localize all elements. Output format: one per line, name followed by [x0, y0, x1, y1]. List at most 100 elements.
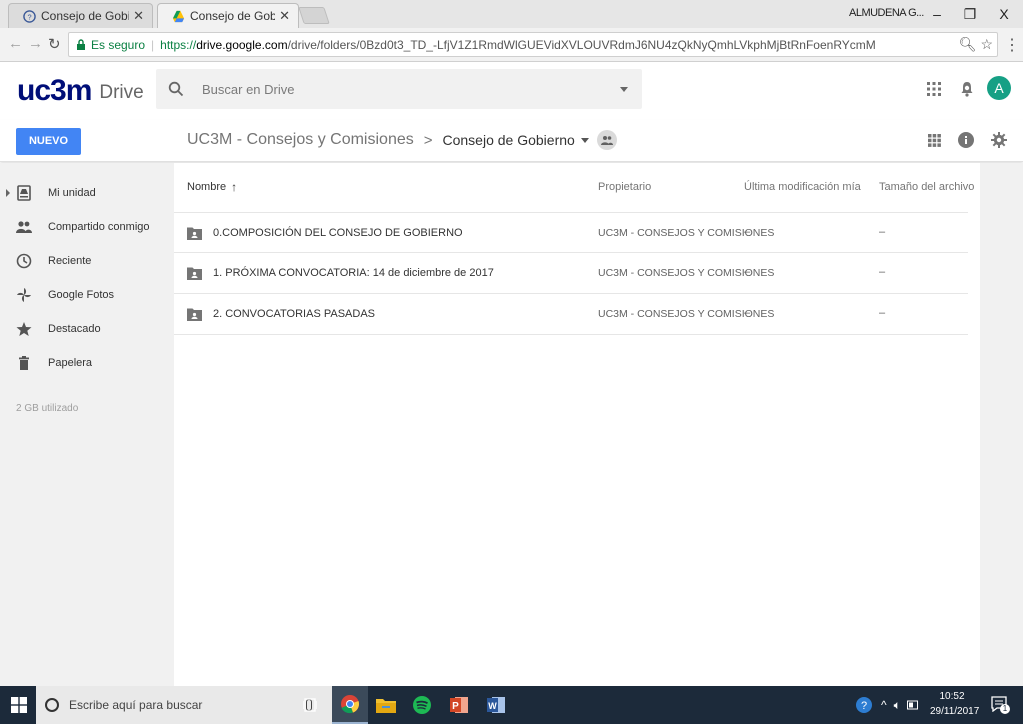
close-window-icon[interactable]: X: [989, 3, 1019, 25]
breadcrumb-parent-folder[interactable]: UC3M - Consejos y Comisiones: [187, 131, 414, 149]
system-tray: ? ^ 🔈︎: [855, 686, 919, 724]
file-modified: –: [744, 266, 751, 278]
browser-tab-active[interactable]: Consejo de Gobierno - C ✕: [157, 3, 299, 28]
file-modified: –: [744, 226, 751, 238]
column-header-owner[interactable]: Propietario: [598, 163, 651, 210]
address-separator: |: [151, 37, 155, 52]
breadcrumb-separator: >: [423, 131, 433, 149]
sidebar-item-compartido[interactable]: Compartido conmigo: [0, 210, 172, 244]
search-options-icon[interactable]: [620, 86, 628, 92]
browser-tab-strip: ? Consejo de Gobierno - Ir ✕ Consejo de …: [0, 0, 1023, 28]
help-icon[interactable]: ?: [855, 696, 873, 714]
search-input[interactable]: Buscar en Drive: [202, 82, 620, 97]
sidebar-item-mi-unidad[interactable]: Mi unidad: [0, 176, 172, 210]
lock-icon: [77, 39, 85, 50]
folder-menu-caret-icon[interactable]: [580, 137, 589, 143]
storage-usage[interactable]: 2 GB utilizado: [16, 403, 78, 414]
file-size: –: [879, 226, 886, 238]
column-header-name[interactable]: Nombre ↑: [187, 163, 237, 210]
minimize-icon[interactable]: –: [922, 3, 952, 25]
clock-time: 10:52: [939, 691, 965, 702]
sidebar-item-destacado[interactable]: Destacado: [0, 312, 172, 346]
sidebar-item-label: Destacado: [48, 323, 101, 335]
word-taskbar-app[interactable]: W: [478, 686, 514, 724]
show-hidden-icons-icon[interactable]: ^: [881, 698, 887, 712]
url-text[interactable]: https://drive.google.com/drive/folders/0…: [160, 38, 876, 52]
product-name: Drive: [99, 82, 144, 103]
sidebar-item-label: Reciente: [48, 255, 92, 267]
tab-close-icon[interactable]: ✕: [133, 8, 144, 24]
new-tab-button[interactable]: [298, 7, 330, 24]
search-bar[interactable]: Buscar en Drive: [156, 69, 642, 109]
pinwheel-icon: [17, 288, 31, 302]
powerpoint-taskbar-app[interactable]: P: [441, 686, 477, 724]
secure-label: Es seguro: [91, 37, 146, 52]
address-actions: 🔍︎ ☆: [959, 36, 993, 53]
action-center-icon[interactable]: 1: [991, 696, 1010, 714]
spotify-taskbar-app[interactable]: [404, 686, 440, 724]
star-icon: [16, 322, 32, 336]
reload-icon[interactable]: ↻: [48, 35, 61, 53]
svg-text:?: ?: [861, 700, 867, 712]
search-icon[interactable]: [168, 81, 184, 97]
taskbar-search-input[interactable]: Escribe aquí para buscar: [69, 698, 306, 712]
drive-favicon-icon: [172, 10, 185, 22]
shared-folder-icon[interactable]: [596, 130, 617, 150]
sidebar-item-google-fotos[interactable]: Google Fotos: [0, 278, 172, 312]
settings-gear-icon[interactable]: [991, 132, 1007, 148]
drive-subheader: NUEVO UC3M - Consejos y Comisiones > Con…: [0, 120, 1023, 162]
cortana-icon[interactable]: [45, 698, 59, 712]
column-header-modified[interactable]: Última modificación mía: [744, 163, 861, 210]
tab-close-icon[interactable]: ✕: [279, 8, 290, 24]
tab-favicon-icon: ?: [23, 9, 36, 23]
bookmark-star-icon[interactable]: ☆: [980, 36, 993, 52]
drive-main-area: Mi unidad Compartido conmigo Reciente Go…: [0, 163, 1023, 686]
new-button[interactable]: NUEVO: [16, 128, 81, 155]
taskbar-search[interactable]: Escribe aquí para buscar: [36, 686, 336, 724]
chrome-menu-icon[interactable]: ⋮: [1004, 35, 1020, 55]
sort-arrow-icon[interactable]: ↑: [231, 180, 237, 194]
logo-text: uc3m: [17, 74, 92, 107]
chrome-taskbar-app[interactable]: [332, 686, 368, 724]
shared-folder-icon: [187, 227, 202, 240]
svg-text:?: ?: [27, 12, 31, 21]
windows-start-icon[interactable]: [11, 697, 27, 713]
file-explorer-taskbar-app[interactable]: [368, 686, 404, 724]
volume-icon[interactable]: 🔈︎: [894, 698, 901, 713]
sidebar-item-label: Google Fotos: [48, 289, 115, 301]
sidebar-item-reciente[interactable]: Reciente: [0, 244, 172, 278]
notifications-bell-icon[interactable]: [960, 81, 974, 97]
breadcrumb-current-folder[interactable]: Consejo de Gobierno: [443, 132, 575, 148]
account-avatar[interactable]: A: [987, 76, 1011, 100]
shared-folder-icon: [187, 308, 202, 321]
taskbar-clock[interactable]: 10:52 29/11/2017: [930, 689, 979, 719]
browser-profile-name[interactable]: ALMUDENA G...: [849, 7, 924, 19]
browser-tab-inactive[interactable]: ? Consejo de Gobierno - Ir ✕: [8, 3, 153, 28]
info-icon[interactable]: [958, 132, 974, 148]
sidebar-item-label: Compartido conmigo: [48, 221, 150, 233]
uc3m-drive-logo[interactable]: uc3m Drive: [17, 76, 144, 106]
table-row[interactable]: 0.COMPOSICIÓN DEL CONSEJO DE GOBIERNO UC…: [174, 212, 968, 253]
people-icon: [16, 221, 32, 233]
spotify-icon: [413, 696, 431, 714]
battery-icon[interactable]: [906, 700, 919, 710]
drive-header: uc3m Drive Buscar en Drive A: [0, 62, 1023, 120]
expand-arrow-icon[interactable]: [6, 189, 10, 197]
file-name: 2. CONVOCATORIAS PASADAS: [213, 308, 375, 320]
maximize-icon[interactable]: ❐: [955, 3, 985, 25]
zoom-icon[interactable]: 🔍︎: [959, 36, 977, 52]
grid-view-icon[interactable]: [928, 134, 941, 147]
shared-folder-icon: [187, 267, 202, 280]
back-arrow-icon[interactable]: ←: [8, 35, 23, 52]
column-owner-label: Propietario: [598, 180, 652, 193]
task-view-icon[interactable]: [303, 698, 317, 712]
file-name: 1. PRÓXIMA CONVOCATORIA: 14 de diciembre…: [213, 267, 494, 279]
table-row[interactable]: 1. PRÓXIMA CONVOCATORIA: 14 de diciembre…: [174, 253, 968, 294]
forward-arrow-icon[interactable]: →: [28, 35, 43, 52]
column-header-size[interactable]: Tamaño del archivo: [879, 163, 974, 210]
address-bar[interactable]: Es seguro | https://drive.google.com/dri…: [68, 32, 998, 57]
sidebar-item-papelera[interactable]: Papelera: [0, 346, 172, 380]
chrome-icon: [341, 695, 360, 714]
table-row[interactable]: 2. CONVOCATORIAS PASADAS UC3M - CONSEJOS…: [174, 294, 968, 335]
apps-grid-icon[interactable]: [927, 82, 941, 96]
